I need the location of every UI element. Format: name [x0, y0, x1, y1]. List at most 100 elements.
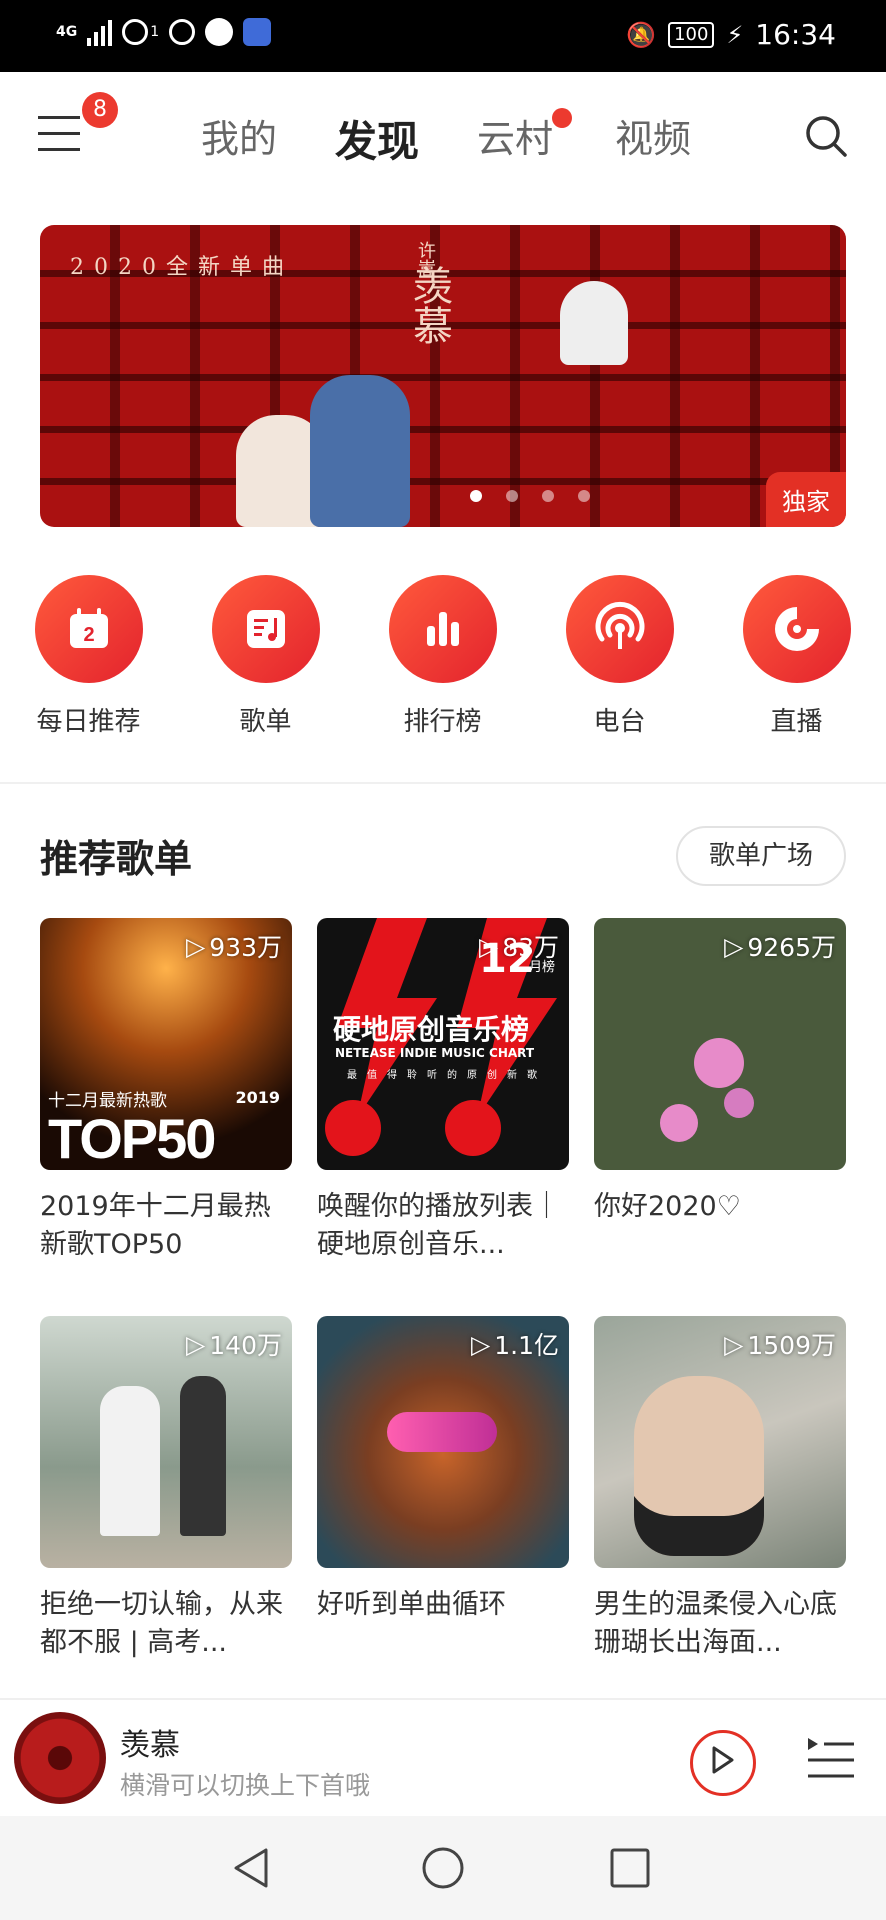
red-dot-indicator	[552, 108, 572, 128]
quick-label: 电台	[593, 707, 646, 737]
playlist-icon	[211, 575, 320, 683]
playlist-cover: ▷ 83万 12 月榜 硬地原创音乐榜 NETEASE INDIE MUSIC C…	[317, 918, 569, 1170]
tab-mine[interactable]: 我的	[170, 108, 308, 169]
play-count-value: 9265万	[747, 933, 836, 962]
mini-player[interactable]: 羡慕 横滑可以切换上下首哦	[0, 1698, 886, 1818]
quick-daily-recommend[interactable]: 2 每日推荐	[0, 575, 177, 738]
quick-entries: 2 每日推荐 歌单 排行榜 电台 直播	[0, 575, 886, 738]
play-triangle-icon: ▷	[471, 1329, 491, 1359]
playlist-card[interactable]: ▷ 933万 十二月最新热歌 2019 TOP50 2019年十二月最热新歌TOP…	[40, 918, 292, 1264]
system-navigation-bar	[0, 1816, 886, 1920]
cover-face	[634, 1376, 764, 1556]
quick-label: 每日推荐	[36, 707, 141, 737]
status-right: 🔕 100 ⚡ 16:34	[626, 18, 836, 51]
playlist-card[interactable]: ▷ 140万 拒绝一切认输，从来都不服 | 高考...	[40, 1316, 292, 1662]
calendar-day: 2	[83, 624, 94, 646]
battery-level: 100	[674, 23, 709, 45]
playlist-title: 拒绝一切认输，从来都不服 | 高考...	[40, 1589, 283, 1658]
playlist-cover: ▷ 1.1亿	[317, 1316, 569, 1568]
play-count-value: 1509万	[747, 1331, 836, 1360]
play-count-value: 1.1亿	[494, 1331, 559, 1360]
cover-subtitle: NETEASE INDIE MUSIC CHART	[335, 1046, 535, 1060]
tab-bar: 我的 发现 云村 视频	[170, 108, 722, 169]
cover-month: 12	[479, 936, 535, 982]
playlist-card[interactable]: ▷ 83万 12 月榜 硬地原创音乐榜 NETEASE INDIE MUSIC C…	[317, 918, 569, 1264]
play-count-value: 933万	[209, 933, 282, 962]
playlist-card[interactable]: ▷ 9265万 你好2020♡	[594, 918, 846, 1264]
quick-label: 歌单	[239, 707, 292, 737]
clock: 16:34	[755, 18, 836, 51]
quick-charts[interactable]: 排行榜	[354, 575, 531, 738]
live-icon	[742, 575, 851, 683]
banner-carousel[interactable]: 2020全新单曲 许嵩 羡慕 独家	[40, 225, 846, 527]
playlist-cover: ▷ 1509万	[594, 1316, 846, 1568]
quick-playlist[interactable]: 歌单	[177, 575, 354, 738]
playlist-grid: ▷ 933万 十二月最新热歌 2019 TOP50 2019年十二月最热新歌TOP…	[40, 918, 846, 1662]
tab-video[interactable]: 视频	[584, 108, 722, 169]
play-count: ▷ 1.1亿	[471, 1326, 559, 1362]
calendar-icon: 2	[34, 575, 143, 683]
quick-radio[interactable]: 电台	[531, 575, 708, 738]
banner-person-3	[560, 281, 628, 365]
chart-bars-icon	[388, 575, 497, 683]
search-icon[interactable]	[804, 114, 848, 158]
hotspot-count: 1	[150, 24, 160, 40]
mute-icon: 🔕	[626, 20, 657, 49]
playlist-plaza-button[interactable]: 歌单广场	[676, 826, 846, 886]
play-count: ▷ 1509万	[724, 1326, 836, 1362]
back-icon[interactable]	[230, 1846, 274, 1890]
player-hint: 横滑可以切换上下首哦	[120, 1771, 371, 1800]
play-triangle-icon: ▷	[186, 1329, 206, 1359]
playlist-title: 2019年十二月最热新歌TOP50	[40, 1191, 271, 1260]
player-cover	[14, 1712, 106, 1804]
tab-village-label: 云村	[476, 117, 553, 161]
network-label: 4G	[56, 24, 78, 40]
section-divider	[0, 782, 886, 784]
carousel-dots	[470, 490, 590, 502]
cover-people	[180, 1376, 226, 1536]
menu-button[interactable]	[38, 116, 82, 152]
recents-icon[interactable]	[608, 1846, 652, 1890]
play-count: ▷ 140万	[186, 1326, 282, 1362]
playlist-title: 你好2020♡	[594, 1191, 741, 1222]
play-icon	[712, 1746, 734, 1774]
playlist-title: 好听到单曲循环	[317, 1589, 506, 1620]
play-button[interactable]	[690, 1730, 756, 1796]
baidu-icon	[243, 18, 272, 46]
banner-person-2	[310, 375, 410, 527]
home-icon[interactable]	[421, 1846, 465, 1890]
tab-discover[interactable]: 发现	[308, 108, 446, 169]
playlist-cover: ▷ 9265万	[594, 918, 846, 1170]
cover-year: 2019	[235, 1088, 280, 1107]
radio-icon	[565, 575, 674, 683]
playlist-queue-icon[interactable]	[806, 1736, 856, 1782]
section-title: 推荐歌单	[40, 837, 193, 881]
charging-icon: ⚡	[726, 20, 744, 49]
play-count: ▷ 933万	[186, 928, 282, 964]
play-triangle-icon: ▷	[724, 1329, 744, 1359]
banner-song-title: 羡慕	[406, 265, 452, 345]
quick-label: 排行榜	[403, 707, 482, 737]
battery-icon: 100	[668, 21, 715, 48]
candy-graphic	[387, 1412, 497, 1452]
hotspot-icon	[122, 19, 149, 45]
banner-top-text: 2020全新单曲	[70, 255, 294, 280]
play-count: ▷ 9265万	[724, 928, 836, 964]
alarm-icon	[169, 19, 196, 45]
tab-village[interactable]: 云村	[446, 108, 584, 169]
cover-title: 硬地原创音乐榜	[333, 1013, 530, 1046]
playlist-cover: ▷ 140万	[40, 1316, 292, 1568]
play-triangle-icon: ▷	[724, 931, 744, 961]
cover-small-text: 最值得聆听的原创新歌	[347, 1070, 547, 1081]
quick-live[interactable]: 直播	[708, 575, 885, 738]
top-nav: 8 我的 发现 云村 视频	[0, 72, 886, 200]
signal-icon	[87, 18, 113, 46]
play-count-value: 140万	[209, 1331, 282, 1360]
flower-graphic	[694, 1038, 744, 1088]
status-bar: 4G 1 🔕 100 ⚡ 16:34	[0, 0, 886, 72]
cover-people	[100, 1386, 160, 1536]
status-left: 4G 1	[56, 18, 272, 46]
player-song-title: 羡慕	[120, 1728, 180, 1763]
playlist-card[interactable]: ▷ 1.1亿 好听到单曲循环	[317, 1316, 569, 1662]
playlist-card[interactable]: ▷ 1509万 男生的温柔侵入心底 珊瑚长出海面...	[594, 1316, 846, 1662]
